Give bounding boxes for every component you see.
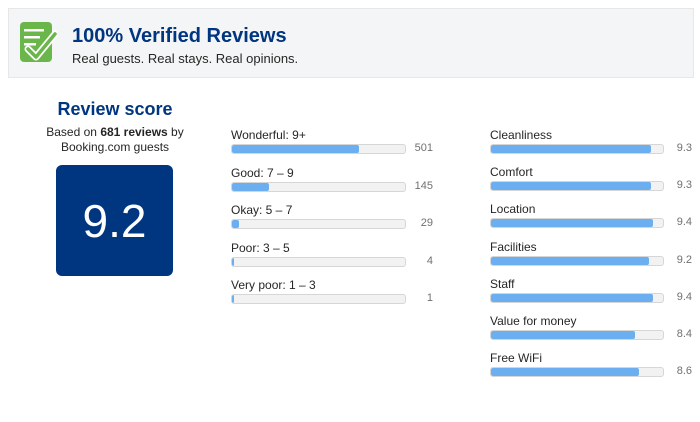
distribution-row: Wonderful: 9+ 501 bbox=[231, 128, 436, 158]
category-row-bar-fill bbox=[491, 256, 650, 265]
distribution-row: Okay: 5 – 7 29 bbox=[231, 203, 436, 233]
category-row-label: Location bbox=[490, 202, 536, 217]
category-row-bar bbox=[490, 367, 664, 378]
distribution-row-bar bbox=[231, 256, 406, 267]
category-row-value: 8.4 bbox=[676, 328, 692, 340]
category-row-label: Cleanliness bbox=[490, 128, 553, 142]
category-row: Facilities 9.2 bbox=[490, 240, 695, 270]
category-row-label: Free WiFi bbox=[490, 351, 542, 366]
category-row: Comfort 9.3 bbox=[490, 165, 695, 195]
category-row-bar bbox=[490, 292, 664, 303]
category-row-bar-fill bbox=[491, 293, 653, 302]
category-row: Cleanliness 9.3 bbox=[490, 128, 695, 158]
category-row-bar bbox=[490, 255, 664, 266]
category-row-value: 9.4 bbox=[676, 216, 692, 229]
banner-subtitle: Real guests. Real stays. Real opinions. bbox=[72, 51, 299, 66]
review-count: 681 reviews bbox=[100, 125, 168, 139]
distribution-row: Poor: 3 – 5 4 bbox=[231, 241, 436, 271]
category-row-bar bbox=[490, 181, 664, 192]
distribution-row-value: 145 bbox=[414, 179, 433, 192]
category-row: Free WiFi 8.6 bbox=[490, 351, 695, 381]
review-source: Booking.com guests bbox=[60, 140, 170, 154]
distribution-row-bar bbox=[231, 181, 406, 192]
category-row-label: Value for money bbox=[490, 314, 577, 328]
distribution-row-label: Good: 7 – 9 bbox=[231, 165, 294, 180]
review-score-badge: 9.2 bbox=[56, 165, 173, 276]
category-row-label: Facilities bbox=[490, 239, 537, 254]
distribution-row-value: 29 bbox=[420, 217, 433, 229]
distribution-row-label: Wonderful: 9+ bbox=[231, 128, 306, 142]
distribution-row-value: 501 bbox=[414, 142, 433, 154]
category-row-bar bbox=[490, 330, 664, 340]
based-on-suffix: by bbox=[171, 125, 184, 139]
based-on-prefix: Based on bbox=[46, 125, 97, 139]
category-row-bar bbox=[490, 144, 664, 154]
distribution-row-bar-fill bbox=[232, 182, 269, 191]
review-score-title: Review score bbox=[57, 99, 173, 119]
distribution-row-bar-fill bbox=[232, 295, 234, 303]
distribution-row-bar bbox=[231, 294, 406, 304]
category-row: Value for money 8.4 bbox=[490, 314, 695, 344]
category-row-bar bbox=[490, 218, 664, 229]
category-row-bar-fill bbox=[491, 182, 651, 191]
distribution-row-label: Poor: 3 – 5 bbox=[231, 240, 290, 255]
distribution-row-value: 1 bbox=[426, 292, 433, 304]
distribution-row-bar bbox=[231, 219, 406, 229]
verified-reviews-banner: 100% Verified Reviews Real guests. Real … bbox=[8, 8, 694, 78]
category-row-value: 9.2 bbox=[676, 253, 692, 266]
verified-checklist-icon bbox=[20, 22, 57, 62]
category-row-value: 9.4 bbox=[676, 290, 692, 303]
distribution-row-bar-fill bbox=[232, 220, 240, 228]
category-row-bar-fill bbox=[491, 331, 636, 339]
banner-title: 100% Verified Reviews bbox=[72, 25, 287, 47]
category-row-bar-fill bbox=[491, 145, 651, 153]
category-row: Staff 9.4 bbox=[490, 277, 695, 307]
category-row-label: Staff bbox=[490, 276, 515, 291]
distribution-row: Good: 7 – 9 145 bbox=[231, 166, 436, 196]
category-row-value: 9.3 bbox=[676, 142, 692, 154]
distribution-row-value: 4 bbox=[426, 254, 433, 267]
category-row-label: Comfort bbox=[490, 165, 533, 180]
distribution-row-label: Very poor: 1 – 3 bbox=[231, 278, 316, 292]
distribution-row-bar bbox=[231, 144, 406, 154]
review-score-basis: Based on 681 reviews by Booking.com gues… bbox=[10, 125, 220, 155]
category-row-value: 8.6 bbox=[676, 365, 692, 378]
distribution-row-bar-fill bbox=[232, 145, 360, 153]
distribution-row: Very poor: 1 – 3 1 bbox=[231, 278, 436, 308]
category-row: Location 9.4 bbox=[490, 202, 695, 232]
category-row-value: 9.3 bbox=[676, 179, 692, 192]
distribution-row-bar-fill bbox=[232, 257, 234, 266]
category-row-bar-fill bbox=[491, 368, 639, 377]
distribution-row-label: Okay: 5 – 7 bbox=[231, 203, 293, 217]
category-row-bar-fill bbox=[491, 219, 653, 228]
